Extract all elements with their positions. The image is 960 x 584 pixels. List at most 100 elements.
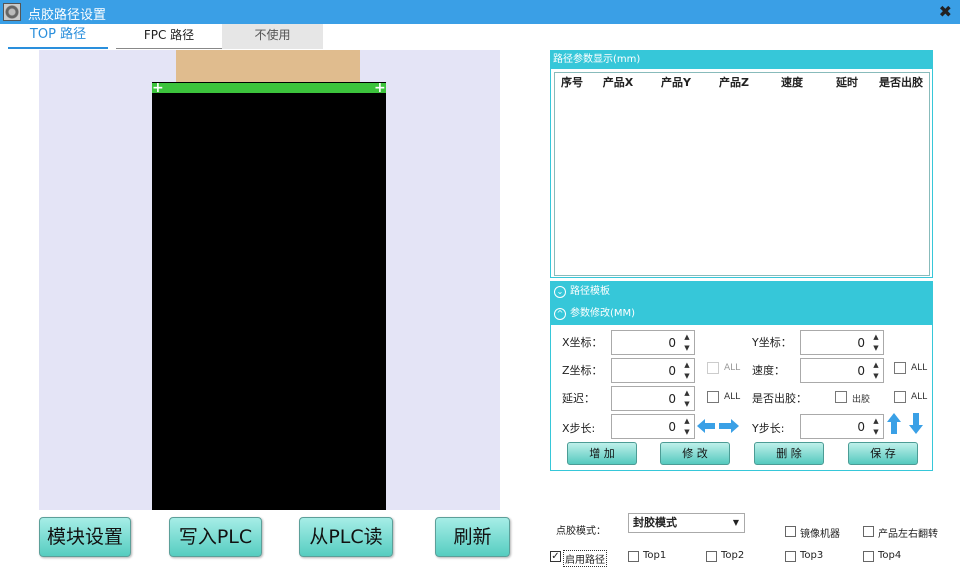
flip-product-label: 产品左右翻转	[878, 529, 938, 540]
top1-checkbox[interactable]	[628, 551, 639, 562]
product-area	[152, 82, 386, 510]
y-coord-input[interactable]: 0 ▲ ▼	[800, 330, 884, 355]
arrow-right-icon[interactable]	[719, 419, 739, 433]
z-all-label: ALL	[724, 363, 741, 373]
z-coord-value: 0	[668, 364, 676, 378]
spin-up-icon[interactable]: ▲	[682, 333, 692, 341]
y-step-arrows	[887, 413, 923, 434]
top3-checkbox[interactable]	[785, 551, 796, 562]
close-icon[interactable]: ✖	[939, 2, 952, 21]
top4-label: Top4	[878, 550, 902, 561]
enable-path-label: 启用路径	[563, 550, 607, 567]
x-step-value: 0	[668, 420, 676, 434]
glue-all-label: ALL	[911, 392, 928, 402]
col-glue: 是否出胶	[879, 76, 923, 89]
col-index: 序号	[561, 76, 583, 89]
write-plc-button[interactable]: 写入PLC	[169, 517, 262, 557]
add-button[interactable]: 增 加	[567, 442, 637, 465]
speed-all-label: ALL	[911, 363, 928, 373]
x-step-input[interactable]: 0 ▲ ▼	[611, 414, 695, 439]
flip-product-checkbox[interactable]	[863, 526, 874, 537]
x-step-label: X步长:	[562, 422, 596, 435]
x-step-arrows	[697, 419, 739, 433]
path-params-header: 路径参数显示(mm)	[551, 51, 932, 69]
fpc-area	[176, 50, 360, 84]
glue-on-label: 是否出胶：	[752, 392, 807, 405]
y-step-label: Y步长:	[752, 422, 785, 435]
chevron-down-icon: ▼	[732, 518, 739, 527]
spin-up-icon[interactable]: ▲	[682, 361, 692, 369]
speed-all-checkbox[interactable]	[894, 362, 906, 374]
delay-label: 延迟：	[562, 392, 595, 405]
y-step-input[interactable]: 0 ▲ ▼	[800, 414, 884, 439]
spin-up-icon[interactable]: ▲	[871, 361, 881, 369]
mirror-machine-checkbox[interactable]	[785, 526, 796, 537]
tab-unused[interactable]: 不使用	[222, 24, 323, 49]
param-edit-accordion[interactable]: ^ 参数修改(MM)	[550, 303, 933, 325]
modify-button[interactable]: 修 改	[660, 442, 730, 465]
path-end-marker[interactable]: +	[374, 81, 386, 95]
y-coord-value: 0	[857, 336, 865, 350]
spin-down-icon[interactable]: ▼	[871, 344, 881, 352]
delay-all-checkbox[interactable]	[707, 391, 719, 403]
x-coord-value: 0	[668, 336, 676, 350]
path-start-marker[interactable]: +	[152, 81, 164, 95]
glue-path-line[interactable]	[152, 83, 386, 93]
spin-down-icon[interactable]: ▼	[871, 428, 881, 436]
arrow-left-icon[interactable]	[697, 419, 715, 433]
spin-up-icon[interactable]: ▲	[871, 333, 881, 341]
tab-fpc-path[interactable]: FPC 路径	[116, 24, 222, 49]
glue-mode-select[interactable]: 封胶模式 ▼	[628, 513, 745, 533]
spin-up-icon[interactable]: ▲	[871, 417, 881, 425]
top3-label: Top3	[800, 550, 824, 561]
y-coord-label: Y坐标：	[752, 336, 792, 349]
spin-down-icon[interactable]: ▼	[682, 428, 692, 436]
path-template-accordion[interactable]: ⌄ 路径模板	[550, 281, 933, 303]
col-product-y: 产品Y	[661, 76, 691, 89]
path-template-label: 路径模板	[570, 286, 610, 297]
table-header: 序号 产品X 产品Y 产品Z 速度 延时 是否出胶	[555, 73, 929, 93]
col-product-z: 产品Z	[719, 76, 749, 89]
glue-checkbox-label: 出胶	[852, 395, 871, 405]
arrow-down-icon[interactable]	[909, 413, 923, 434]
spin-down-icon[interactable]: ▼	[871, 372, 881, 380]
glue-mode-label: 点胶模式：	[556, 526, 606, 537]
top2-label: Top2	[721, 550, 745, 561]
delete-button[interactable]: 删 除	[754, 442, 824, 465]
glue-checkbox[interactable]	[835, 391, 847, 403]
y-step-value: 0	[857, 420, 865, 434]
arrow-up-icon[interactable]	[887, 413, 901, 434]
tab-top-path[interactable]: TOP 路径	[8, 24, 108, 49]
module-settings-button[interactable]: 模块设置	[39, 517, 131, 557]
delay-input[interactable]: 0 ▲ ▼	[611, 386, 695, 411]
refresh-button[interactable]: 刷新	[435, 517, 510, 557]
speed-value: 0	[857, 364, 865, 378]
spin-up-icon[interactable]: ▲	[682, 417, 692, 425]
top1-label: Top1	[643, 550, 667, 561]
speed-label: 速度：	[752, 364, 785, 377]
glue-all-checkbox[interactable]	[894, 391, 906, 403]
z-all-checkbox[interactable]	[707, 362, 719, 374]
spin-down-icon[interactable]: ▼	[682, 372, 692, 380]
spin-up-icon[interactable]: ▲	[682, 389, 692, 397]
chevron-up-icon: ^	[554, 308, 566, 320]
z-coord-input[interactable]: 0 ▲ ▼	[611, 358, 695, 383]
path-canvas[interactable]: + +	[39, 50, 500, 510]
enable-path-checkbox[interactable]: ✓	[550, 551, 561, 562]
path-params-table[interactable]: 序号 产品X 产品Y 产品Z 速度 延时 是否出胶	[554, 72, 930, 276]
spin-down-icon[interactable]: ▼	[682, 400, 692, 408]
speed-input[interactable]: 0 ▲ ▼	[800, 358, 884, 383]
spin-down-icon[interactable]: ▼	[682, 344, 692, 352]
delay-value: 0	[668, 392, 676, 406]
x-coord-label: X坐标：	[562, 336, 603, 349]
param-edit-panel: X坐标： 0 ▲ ▼ Y坐标： 0 ▲ ▼ Z坐标： 0 ▲ ▼ ALL 速度：…	[550, 325, 933, 471]
top2-checkbox[interactable]	[706, 551, 717, 562]
z-coord-label: Z坐标：	[562, 364, 603, 377]
window-title: 点胶路径设置	[28, 8, 107, 23]
save-button[interactable]: 保 存	[848, 442, 918, 465]
title-bar: 点胶路径设置 ✖	[0, 0, 960, 24]
col-speed: 速度	[781, 76, 803, 89]
read-plc-button[interactable]: 从PLC读	[299, 517, 393, 557]
top4-checkbox[interactable]	[863, 551, 874, 562]
x-coord-input[interactable]: 0 ▲ ▼	[611, 330, 695, 355]
